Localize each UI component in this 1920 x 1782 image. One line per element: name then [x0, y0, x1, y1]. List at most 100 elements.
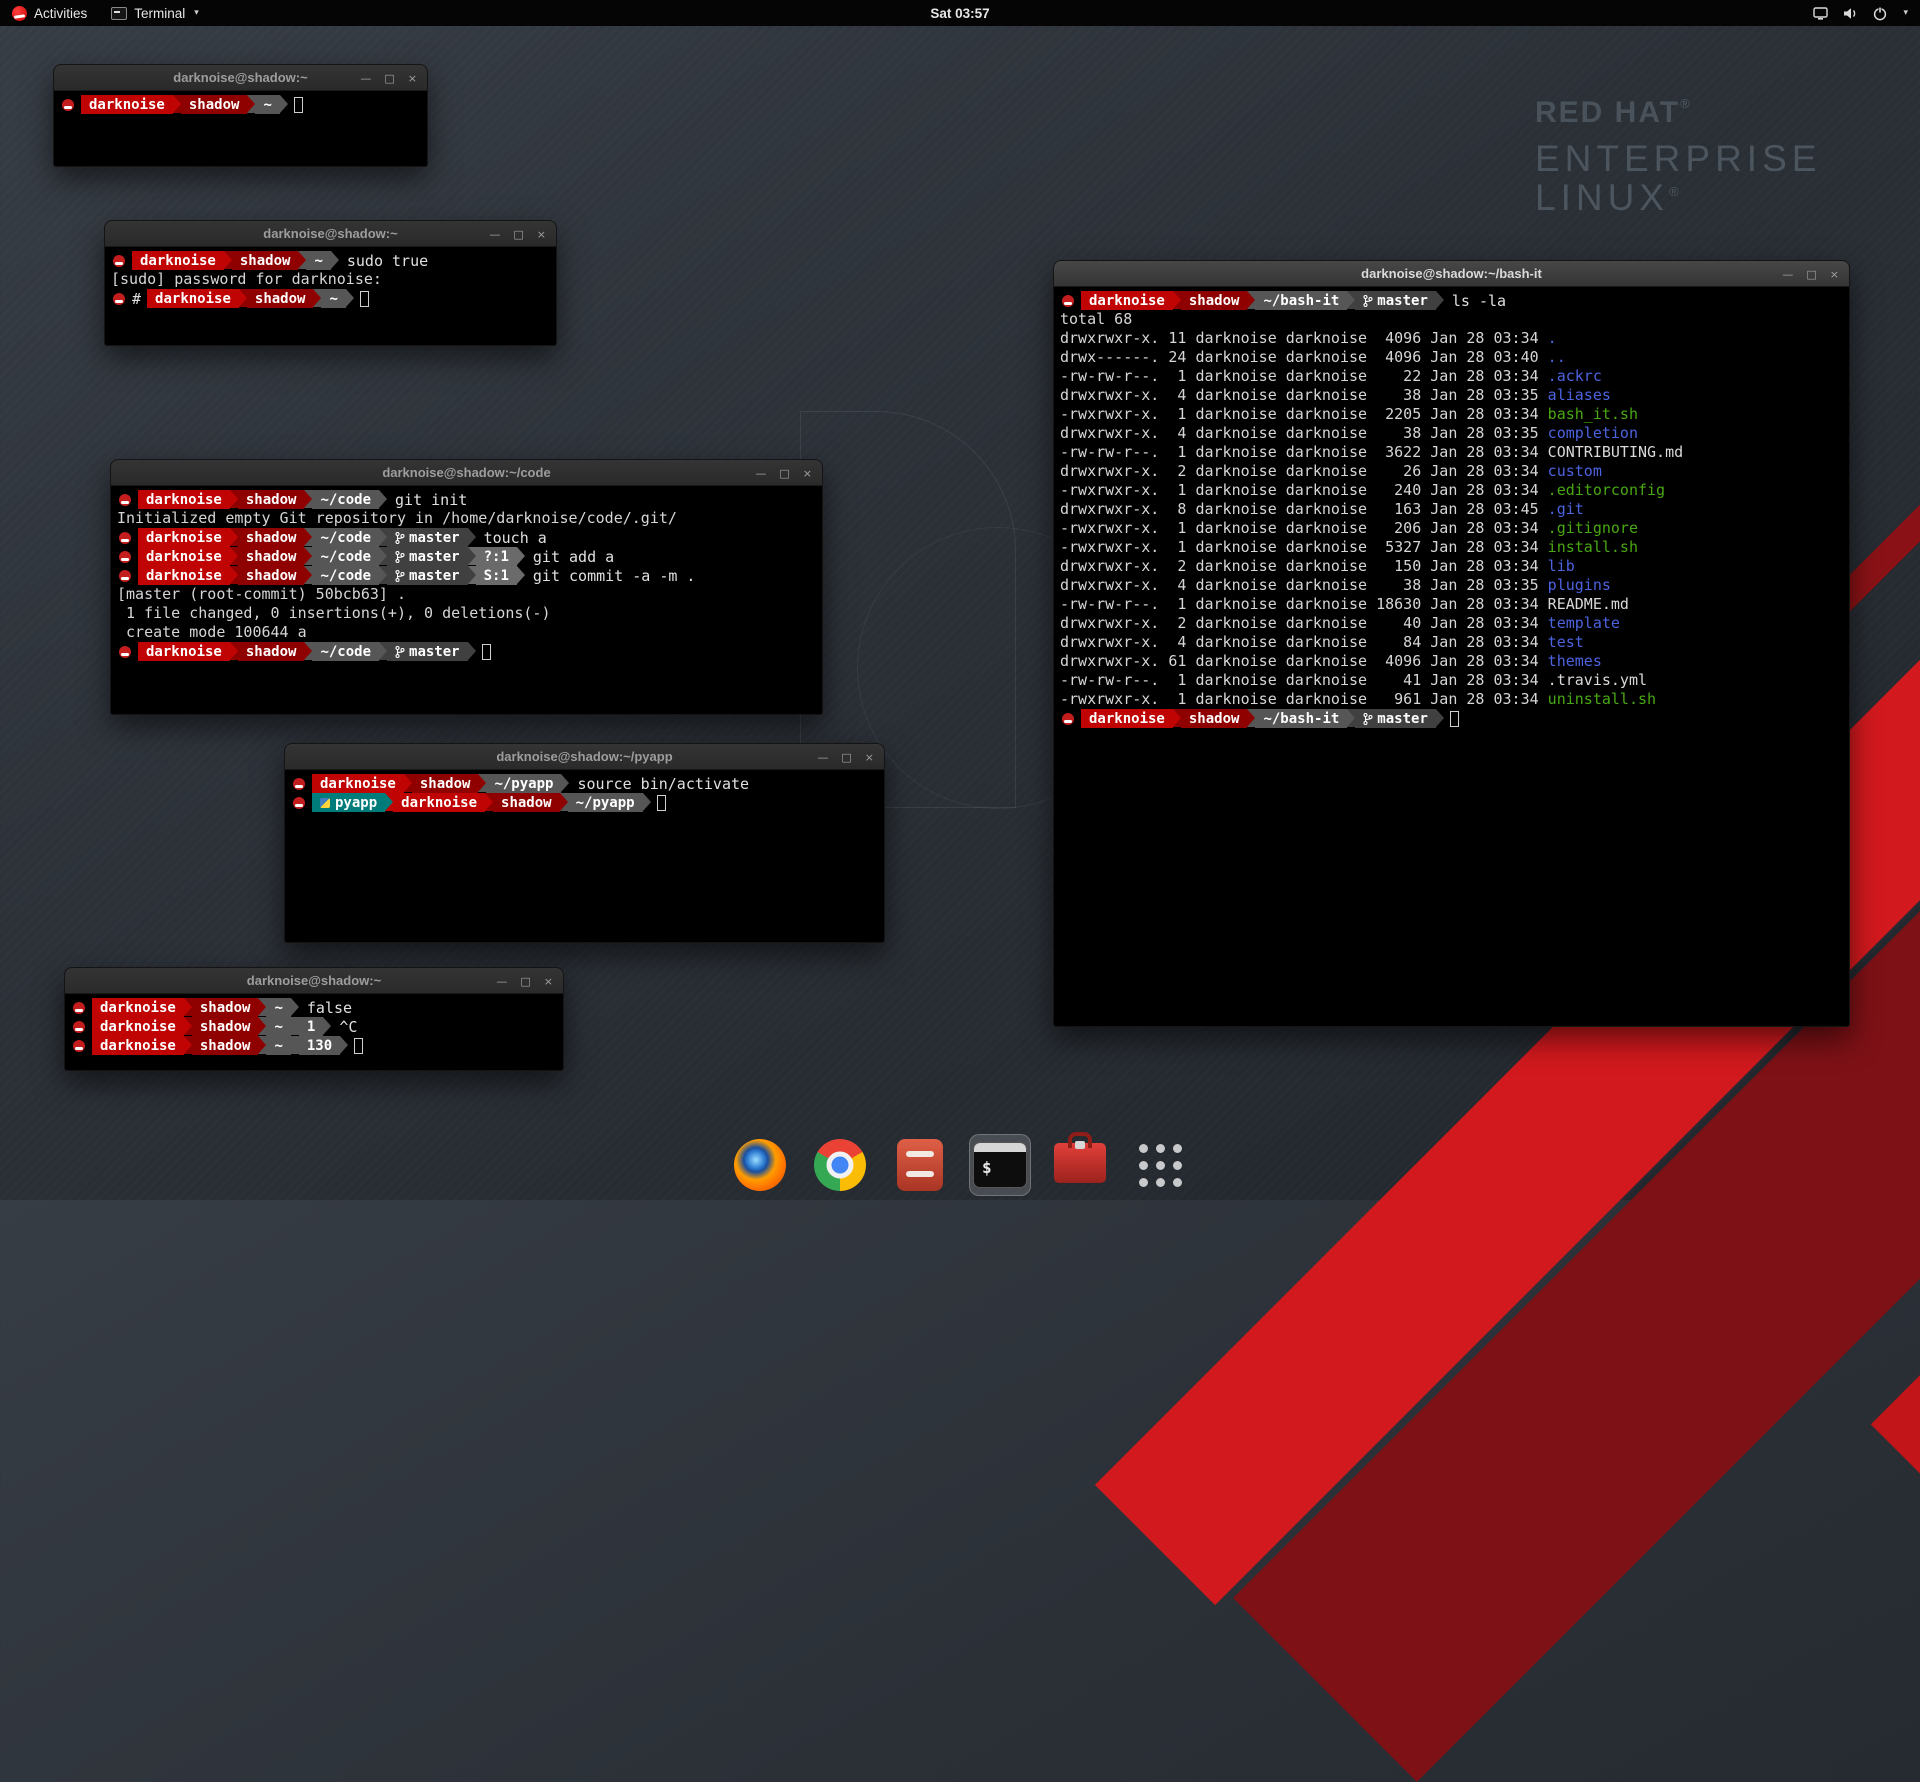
powerline-arrow-icon [230, 490, 238, 508]
terminal-content[interactable]: darknoiseshadow~/codegit initInitialized… [111, 486, 822, 714]
dock-files[interactable] [889, 1134, 951, 1196]
redhat-prompt-icon [119, 646, 131, 658]
close-button[interactable]: × [1830, 269, 1839, 280]
close-button[interactable]: × [803, 468, 812, 479]
prompt-segment-path: ~/code [312, 566, 379, 585]
file-name: .ackrc [1548, 367, 1602, 385]
powerline-arrow-icon [258, 1017, 266, 1035]
redhat-prompt-icon [73, 1002, 85, 1014]
prompt-segment-host: shadow [192, 1036, 259, 1055]
terminal-icon [973, 1142, 1027, 1188]
window-title: darknoise@shadow:~/code [111, 460, 822, 485]
close-button[interactable]: × [865, 752, 874, 763]
maximize-button[interactable]: □ [779, 468, 789, 479]
minimize-button[interactable]: — [496, 976, 507, 987]
powerline-arrow-icon [379, 642, 387, 660]
redhat-prompt-icon [119, 570, 131, 582]
git-branch-icon [395, 531, 405, 545]
prompt-segment-path: ~ [255, 95, 279, 114]
chevron-down-icon: ▾ [194, 8, 199, 18]
window-titlebar[interactable]: darknoise@shadow:~ — □ × [65, 968, 563, 994]
maximize-button[interactable]: □ [384, 73, 394, 84]
terminal-line: darknoiseshadow~/codegit init [117, 490, 816, 509]
terminal-content[interactable]: darknoiseshadow~/pyappsource bin/activat… [285, 770, 884, 942]
terminal-line: darknoiseshadow~/codemaster [117, 642, 816, 661]
terminal-window-pyapp[interactable]: darknoise@shadow:~/pyapp — □ × darknoise… [284, 743, 885, 943]
app-menu-terminal[interactable]: Terminal ▾ [99, 0, 211, 26]
firefox-icon [734, 1139, 786, 1191]
top-bar: Activities Terminal ▾ Sat 03:57 ▾ [0, 0, 1920, 26]
redhat-prompt-icon [119, 551, 131, 563]
terminal-content[interactable]: darknoiseshadow~falsedarknoiseshadow~1^C… [65, 994, 563, 1070]
minimize-button[interactable]: — [755, 468, 766, 479]
powerline-arrow-icon [340, 1036, 348, 1054]
window-titlebar[interactable]: darknoise@shadow:~ — □ × [54, 65, 427, 91]
terminal-line: 1 file changed, 0 insertions(+), 0 delet… [117, 604, 816, 623]
close-button[interactable]: × [537, 229, 546, 240]
terminal-line: darknoiseshadow~1^C [71, 1017, 557, 1036]
terminal-line: drwxrwxr-x. 2 darknoise darknoise 40 Jan… [1060, 614, 1843, 633]
dock-chrome[interactable] [809, 1134, 871, 1196]
minimize-button[interactable]: — [489, 229, 500, 240]
command-text: git init [387, 490, 467, 509]
powerline-arrow-icon [379, 490, 387, 508]
powerline-arrow-icon [230, 528, 238, 546]
activities-button[interactable]: Activities [0, 0, 99, 26]
window-titlebar[interactable]: darknoise@shadow:~/bash-it — □ × [1054, 261, 1849, 287]
prompt-segment-path: ~/pyapp [568, 793, 643, 812]
window-titlebar[interactable]: darknoise@shadow:~/pyapp — □ × [285, 744, 884, 770]
terminal-content[interactable]: darknoiseshadow~ [54, 91, 427, 166]
system-menu[interactable]: ▾ [1800, 0, 1920, 26]
dock-toolbox[interactable] [1049, 1134, 1111, 1196]
dock-terminal[interactable] [969, 1134, 1031, 1196]
dock [729, 1134, 1191, 1196]
file-name: aliases [1548, 386, 1611, 404]
prompt-segment-user: darknoise [138, 566, 230, 585]
terminal-window-home-1[interactable]: darknoise@shadow:~ — □ × darknoiseshadow… [53, 64, 428, 167]
minimize-button[interactable]: — [1782, 269, 1793, 280]
prompt-segment-path: ~/code [312, 547, 379, 566]
maximize-button[interactable]: □ [513, 229, 523, 240]
prompt-segment-host: shadow [238, 490, 305, 509]
prompt-segment-host: shadow [238, 642, 305, 661]
prompt-segment-path: ~/bash-it [1255, 291, 1347, 310]
maximize-button[interactable]: □ [841, 752, 851, 763]
minimize-button[interactable]: — [817, 752, 828, 763]
prompt-segment-path: ~/code [312, 528, 379, 547]
close-button[interactable]: × [544, 976, 553, 987]
powerline-arrow-icon [247, 95, 255, 113]
prompt-segment-status: S:1 [476, 566, 517, 585]
terminal-window-code[interactable]: darknoise@shadow:~/code — □ × darknoises… [110, 459, 823, 715]
terminal-line: darknoiseshadow~130 [71, 1036, 557, 1055]
minimize-button[interactable]: — [360, 73, 371, 84]
prompt-segment-host: shadow [412, 774, 479, 793]
git-branch-icon [395, 550, 405, 564]
maximize-button[interactable]: □ [1806, 269, 1816, 280]
dock-app-grid[interactable] [1129, 1134, 1191, 1196]
file-name: uninstall.sh [1548, 690, 1656, 708]
clock[interactable]: Sat 03:57 [930, 6, 989, 21]
terminal-content[interactable]: darknoiseshadow~/bash-itmasterls -latota… [1054, 287, 1849, 1026]
terminal-window-sudo[interactable]: darknoise@shadow:~ — □ × darknoiseshadow… [104, 220, 557, 346]
terminal-window-bash-it[interactable]: darknoise@shadow:~/bash-it — □ × darknoi… [1053, 260, 1850, 1027]
prompt-segment-user: darknoise [92, 998, 184, 1017]
terminal-line: darknoiseshadow~/pyappsource bin/activat… [291, 774, 878, 793]
terminal-line: Initialized empty Git repository in /hom… [117, 509, 816, 528]
powerline-arrow-icon [291, 998, 299, 1016]
window-titlebar[interactable]: darknoise@shadow:~/code — □ × [111, 460, 822, 486]
powerline-arrow-icon [560, 793, 568, 811]
terminal-window-home-2[interactable]: darknoise@shadow:~ — □ × darknoiseshadow… [64, 967, 564, 1071]
prompt-segment-git: master [387, 642, 468, 661]
window-titlebar[interactable]: darknoise@shadow:~ — □ × [105, 221, 556, 247]
powerline-arrow-icon [224, 251, 232, 269]
close-button[interactable]: × [408, 73, 417, 84]
maximize-button[interactable]: □ [520, 976, 530, 987]
terminal-line: -rw-rw-r--. 1 darknoise darknoise 41 Jan… [1060, 671, 1843, 690]
terminal-content[interactable]: darknoiseshadow~sudo true[sudo] password… [105, 247, 556, 345]
terminal-line: darknoiseshadow~/codemasterS:1git commit… [117, 566, 816, 585]
dock-firefox[interactable] [729, 1134, 791, 1196]
prompt-segment-user: darknoise [138, 547, 230, 566]
prompt-segment-user: darknoise [138, 642, 230, 661]
powerline-arrow-icon [1173, 709, 1181, 727]
command-text: touch a [476, 528, 547, 547]
